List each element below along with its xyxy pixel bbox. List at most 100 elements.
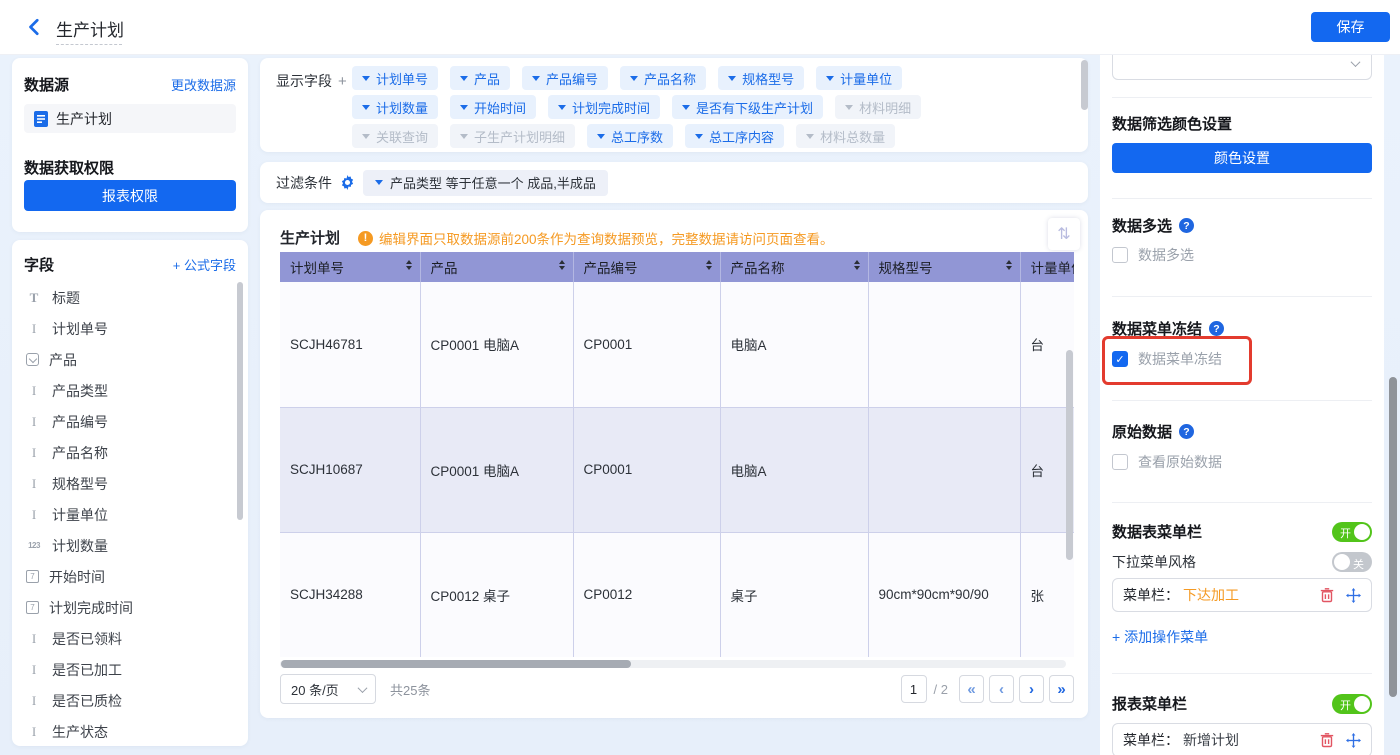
- next-page-button[interactable]: ›: [1019, 675, 1044, 703]
- field-tag[interactable]: 产品名称: [620, 66, 706, 90]
- field-tag[interactable]: 材料总数量: [796, 124, 895, 148]
- collapsed-select[interactable]: [1112, 55, 1372, 80]
- fields-scrollbar[interactable]: [237, 282, 243, 520]
- menu-value-link[interactable]: 新增计划: [1183, 730, 1239, 750]
- field-label: 是否已领料: [52, 629, 122, 649]
- field-item[interactable]: 生产状态: [12, 716, 248, 746]
- trash-icon[interactable]: [1320, 588, 1334, 603]
- freeze-checkbox-row[interactable]: ✓ 数据菜单冻结: [1112, 349, 1222, 369]
- sort-button[interactable]: ⇅: [1048, 218, 1080, 250]
- field-tag[interactable]: 计划数量: [352, 95, 438, 119]
- report-menubar-toggle-on[interactable]: 开: [1332, 694, 1372, 714]
- field-label: 计划完成时间: [49, 598, 133, 618]
- column-header[interactable]: 计量单位: [1020, 252, 1074, 282]
- column-header[interactable]: 产品名称: [720, 252, 868, 282]
- checkbox-checked[interactable]: ✓: [1112, 351, 1128, 367]
- page-size-value: 20 条/页: [291, 680, 339, 699]
- help-icon[interactable]: ?: [1179, 424, 1194, 439]
- sort-arrows-icon[interactable]: [559, 260, 565, 270]
- checkbox-unchecked[interactable]: [1112, 247, 1128, 263]
- field-item[interactable]: 产品类型: [12, 375, 248, 406]
- last-page-button[interactable]: »: [1049, 675, 1074, 703]
- menu-value-link[interactable]: 下达加工: [1183, 585, 1239, 605]
- page-size-select[interactable]: 20 条/页: [280, 674, 376, 704]
- field-tag[interactable]: 总工序内容: [685, 124, 784, 148]
- filter-condition-tag[interactable]: 产品类型 等于任意一个 成品,半成品: [363, 170, 608, 196]
- field-item[interactable]: 是否已加工: [12, 654, 248, 685]
- sort-arrows-icon[interactable]: [406, 260, 412, 270]
- table-menubar-toggle-on[interactable]: 开: [1332, 522, 1372, 542]
- chevron-down-icon: [1351, 57, 1361, 67]
- table-horizontal-scrollbar[interactable]: [280, 660, 1066, 668]
- column-header[interactable]: 产品: [420, 252, 573, 282]
- column-header[interactable]: 规格型号: [868, 252, 1020, 282]
- sort-arrows-icon[interactable]: [1006, 260, 1012, 270]
- report-permission-button[interactable]: 报表权限: [24, 180, 236, 211]
- save-button[interactable]: 保存: [1311, 12, 1390, 42]
- field-item[interactable]: 是否已领料: [12, 623, 248, 654]
- column-header[interactable]: 计划单号: [280, 252, 420, 282]
- preview-table: 计划单号 产品 产品编号 产品名称 规格型号 计量单位 SCJH46781 CP…: [280, 252, 1074, 657]
- prev-page-button[interactable]: ‹: [989, 675, 1014, 703]
- color-settings-button[interactable]: 颜色设置: [1112, 143, 1372, 173]
- field-item[interactable]: 产品名称: [12, 437, 248, 468]
- field-item[interactable]: 规格型号: [12, 468, 248, 499]
- raw-data-checkbox-row[interactable]: 查看原始数据: [1112, 452, 1222, 472]
- field-tag[interactable]: 产品编号: [522, 66, 608, 90]
- current-page-box[interactable]: 1: [901, 675, 927, 703]
- back-button[interactable]: [26, 18, 46, 38]
- field-item[interactable]: 计划单号: [12, 313, 248, 344]
- table-row[interactable]: SCJH10687 CP0001 电脑A CP0001 电脑A 台: [280, 407, 1074, 532]
- field-item[interactable]: 产品编号: [12, 406, 248, 437]
- add-display-field-button[interactable]: +: [338, 73, 347, 90]
- multi-select-checkbox-row[interactable]: 数据多选: [1112, 245, 1194, 265]
- field-item[interactable]: 计划数量: [12, 530, 248, 561]
- change-datasource-link[interactable]: 更改数据源: [171, 75, 236, 94]
- field-tag[interactable]: 开始时间: [450, 95, 536, 119]
- scrollbar-thumb[interactable]: [281, 660, 631, 668]
- field-item[interactable]: 标题: [12, 282, 248, 313]
- gear-icon[interactable]: [340, 175, 355, 190]
- sort-arrows-icon[interactable]: [854, 260, 860, 270]
- page-scrollbar[interactable]: [1389, 377, 1397, 697]
- field-item[interactable]: 计量单位: [12, 499, 248, 530]
- field-item[interactable]: 是否已质检: [12, 685, 248, 716]
- checkbox-unchecked[interactable]: [1112, 454, 1128, 470]
- field-tag[interactable]: 子生产计划明细: [450, 124, 575, 148]
- field-tag[interactable]: 关联查询: [352, 124, 438, 148]
- caret-down-icon: [362, 76, 370, 81]
- table-row[interactable]: SCJH34288 CP0012 桌子 CP0012 桌子 90cm*90cm*…: [280, 532, 1074, 657]
- field-item[interactable]: 计划完成时间: [12, 592, 248, 623]
- filter-condition-text: 产品类型 等于任意一个 成品,半成品: [390, 173, 596, 192]
- field-tag[interactable]: 总工序数: [587, 124, 673, 148]
- chevron-left-icon: [26, 18, 44, 36]
- chevron-down-icon: [358, 683, 368, 693]
- move-icon[interactable]: [1346, 588, 1361, 603]
- column-header[interactable]: 产品编号: [573, 252, 720, 282]
- first-page-button[interactable]: «: [959, 675, 984, 703]
- table-vertical-scrollbar[interactable]: [1066, 350, 1073, 560]
- field-tag[interactable]: 产品: [450, 66, 510, 90]
- trash-icon[interactable]: [1320, 733, 1334, 748]
- help-icon[interactable]: ?: [1209, 321, 1224, 336]
- datasource-item[interactable]: 生产计划: [24, 104, 236, 133]
- dropdown-style-toggle-off[interactable]: 关: [1332, 552, 1372, 572]
- field-tag[interactable]: 规格型号: [718, 66, 804, 90]
- sort-arrows-icon[interactable]: [706, 260, 712, 270]
- field-tag[interactable]: 计划完成时间: [548, 95, 660, 119]
- field-tag[interactable]: 是否有下级生产计划: [672, 95, 823, 119]
- add-formula-field-link[interactable]: + 公式字段: [173, 255, 236, 274]
- field-item[interactable]: 开始时间: [12, 561, 248, 592]
- help-icon[interactable]: ?: [1179, 218, 1194, 233]
- field-label: 计划数量: [52, 536, 108, 556]
- field-tag[interactable]: 计划单号: [352, 66, 438, 90]
- page-title: 生产计划: [56, 16, 124, 41]
- add-action-menu-link[interactable]: + 添加操作菜单: [1112, 627, 1208, 647]
- table-row[interactable]: SCJH46781 CP0001 电脑A CP0001 电脑A 台: [280, 282, 1074, 407]
- field-item[interactable]: 产品: [12, 344, 248, 375]
- menu-prefix: 菜单栏：: [1123, 585, 1179, 605]
- field-tag[interactable]: 材料明细: [835, 95, 921, 119]
- move-icon[interactable]: [1346, 733, 1361, 748]
- middle-panel-scrollbar[interactable]: [1081, 60, 1088, 110]
- field-tag[interactable]: 计量单位: [816, 66, 902, 90]
